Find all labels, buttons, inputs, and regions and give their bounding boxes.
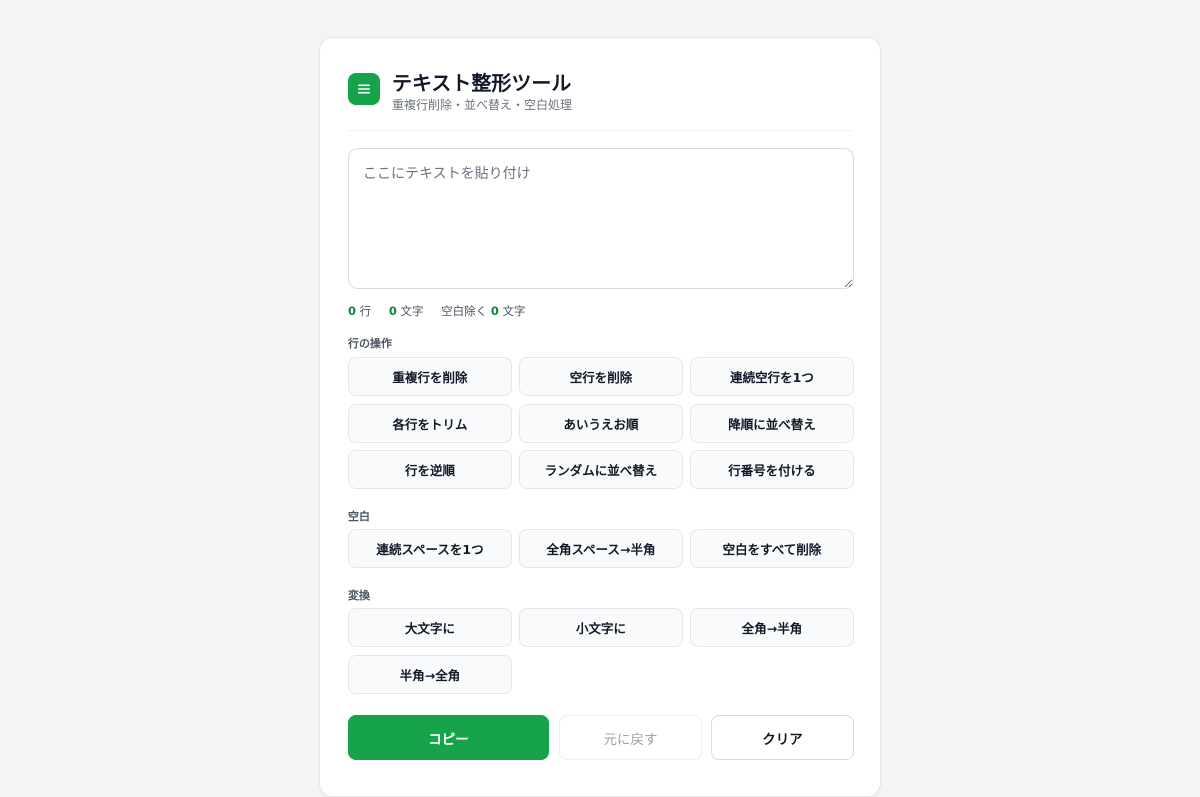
page-subtitle: 重複行削除・並べ替え・空白処理 xyxy=(392,98,573,112)
number-lines-button[interactable]: 行番号を付ける xyxy=(690,450,854,489)
section-label-whitespace: 空白 xyxy=(348,510,370,523)
section-label-convert: 変換 xyxy=(348,589,370,602)
line-count-stat: 0 行 xyxy=(348,304,371,318)
reverse-lines-button[interactable]: 行を逆順 xyxy=(348,450,512,489)
trim-lines-button[interactable]: 各行をトリム xyxy=(348,404,512,443)
sort-asc-button[interactable]: あいうえお順 xyxy=(519,404,683,443)
lowercase-button[interactable]: 小文字に xyxy=(519,608,683,647)
menu-lines-icon xyxy=(358,84,370,94)
char-count-label: 文字 xyxy=(400,304,424,318)
halfwidth-to-fullwidth-button[interactable]: 半角→全角 xyxy=(348,655,512,694)
text-input[interactable] xyxy=(348,148,854,289)
tool-card: テキスト整形ツール 重複行削除・並べ替え・空白処理 0 行 0 文字 空白除く … xyxy=(319,37,881,797)
undo-button[interactable]: 元に戻す xyxy=(559,715,702,760)
copy-button[interactable]: コピー xyxy=(348,715,549,760)
page-title: テキスト整形ツール xyxy=(392,71,572,95)
nospace-prefix: 空白除く xyxy=(441,304,488,318)
char-count-stat: 0 文字 xyxy=(389,304,424,318)
clear-button[interactable]: クリア xyxy=(711,715,854,760)
stats-bar: 0 行 0 文字 空白除く 0 文字 xyxy=(348,303,539,319)
header-divider xyxy=(348,130,852,131)
remove-all-whitespace-button[interactable]: 空白をすべて削除 xyxy=(690,529,854,568)
char-count-value: 0 xyxy=(388,304,397,318)
section-label-lines: 行の操作 xyxy=(348,337,392,350)
shuffle-lines-button[interactable]: ランダムに並べ替え xyxy=(519,450,683,489)
collapse-empty-lines-button[interactable]: 連続空行を1つ xyxy=(690,357,854,396)
nospace-count-stat: 空白除く 0 文字 xyxy=(441,304,525,318)
nospace-count-label: 文字 xyxy=(502,304,526,318)
header: テキスト整形ツール 重複行削除・並べ替え・空白処理 xyxy=(348,71,852,131)
fullwidth-to-halfwidth-button[interactable]: 全角→半角 xyxy=(690,608,854,647)
app-logo xyxy=(348,73,380,105)
remove-empty-lines-button[interactable]: 空行を削除 xyxy=(519,357,683,396)
nospace-count-value: 0 xyxy=(490,304,499,318)
uppercase-button[interactable]: 大文字に xyxy=(348,608,512,647)
fullwidth-space-to-halfwidth-button[interactable]: 全角スペース→半角 xyxy=(519,529,683,568)
dedupe-lines-button[interactable]: 重複行を削除 xyxy=(348,357,512,396)
sort-desc-button[interactable]: 降順に並べ替え xyxy=(690,404,854,443)
line-count-value: 0 xyxy=(348,304,357,318)
line-count-label: 行 xyxy=(359,304,372,318)
collapse-spaces-button[interactable]: 連続スペースを1つ xyxy=(348,529,512,568)
